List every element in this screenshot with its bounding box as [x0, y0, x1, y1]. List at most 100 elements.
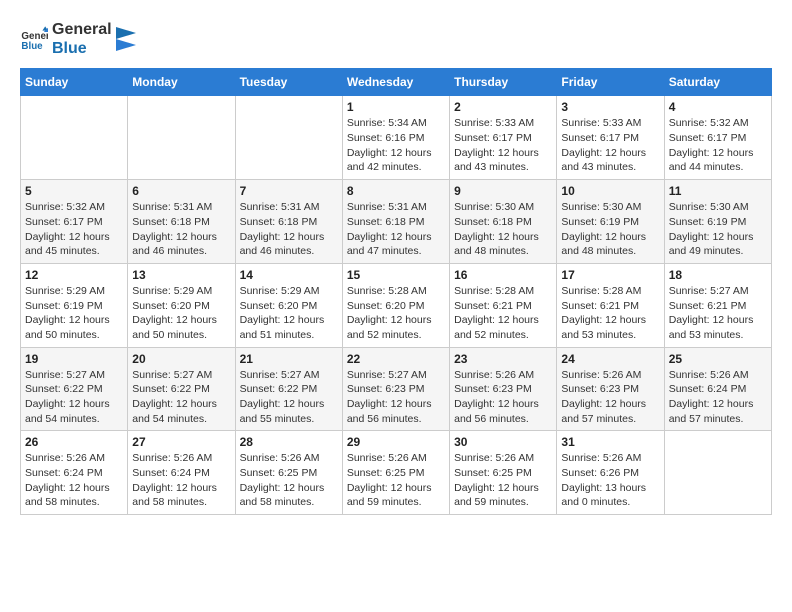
weekday-header: Monday [128, 69, 235, 96]
day-info: Sunrise: 5:27 AM Sunset: 6:21 PM Dayligh… [669, 284, 767, 343]
day-number: 27 [132, 435, 230, 449]
calendar-day-cell: 26 Sunrise: 5:26 AM Sunset: 6:24 PM Dayli… [21, 431, 128, 515]
calendar-week-row: 5 Sunrise: 5:32 AM Sunset: 6:17 PM Daylig… [21, 180, 772, 264]
day-number: 22 [347, 352, 445, 366]
day-number: 26 [25, 435, 123, 449]
day-info: Sunrise: 5:33 AM Sunset: 6:17 PM Dayligh… [454, 116, 552, 175]
day-number: 5 [25, 184, 123, 198]
day-info: Sunrise: 5:31 AM Sunset: 6:18 PM Dayligh… [132, 200, 230, 259]
calendar-day-cell: 17 Sunrise: 5:28 AM Sunset: 6:21 PM Dayli… [557, 263, 664, 347]
calendar-day-cell: 24 Sunrise: 5:26 AM Sunset: 6:23 PM Dayli… [557, 347, 664, 431]
weekday-header: Thursday [450, 69, 557, 96]
weekday-header: Wednesday [342, 69, 449, 96]
calendar-day-cell: 30Sunrise: 5:26 AM Sunset: 6:25 PM Dayli… [450, 431, 557, 515]
logo-blue: Blue [52, 39, 112, 58]
calendar-week-row: 1 Sunrise: 5:34 AM Sunset: 6:16 PM Daylig… [21, 96, 772, 180]
page-header: General Blue General Blue [20, 20, 772, 58]
calendar-day-cell: 18 Sunrise: 5:27 AM Sunset: 6:21 PM Dayli… [664, 263, 771, 347]
calendar-day-cell [128, 96, 235, 180]
day-info: Sunrise: 5:28 AM Sunset: 6:21 PM Dayligh… [561, 284, 659, 343]
day-number: 3 [561, 100, 659, 114]
calendar-week-row: 26 Sunrise: 5:26 AM Sunset: 6:24 PM Dayli… [21, 431, 772, 515]
day-info: Sunrise: 5:30 AM Sunset: 6:18 PM Dayligh… [454, 200, 552, 259]
calendar-day-cell: 14Sunrise: 5:29 AM Sunset: 6:20 PM Dayli… [235, 263, 342, 347]
calendar-day-cell: 4 Sunrise: 5:32 AM Sunset: 6:17 PM Daylig… [664, 96, 771, 180]
svg-text:Blue: Blue [21, 41, 43, 52]
day-info: Sunrise: 5:27 AM Sunset: 6:23 PM Dayligh… [347, 368, 445, 427]
calendar-week-row: 12 Sunrise: 5:29 AM Sunset: 6:19 PM Dayli… [21, 263, 772, 347]
day-number: 20 [132, 352, 230, 366]
calendar-day-cell: 25 Sunrise: 5:26 AM Sunset: 6:24 PM Dayli… [664, 347, 771, 431]
day-number: 9 [454, 184, 552, 198]
day-number: 16 [454, 268, 552, 282]
weekday-header: Friday [557, 69, 664, 96]
day-info: Sunrise: 5:26 AM Sunset: 6:24 PM Dayligh… [669, 368, 767, 427]
day-info: Sunrise: 5:26 AM Sunset: 6:23 PM Dayligh… [561, 368, 659, 427]
day-number: 15 [347, 268, 445, 282]
day-info: Sunrise: 5:30 AM Sunset: 6:19 PM Dayligh… [561, 200, 659, 259]
day-info: Sunrise: 5:31 AM Sunset: 6:18 PM Dayligh… [240, 200, 338, 259]
day-info: Sunrise: 5:26 AM Sunset: 6:25 PM Dayligh… [347, 451, 445, 510]
day-number: 24 [561, 352, 659, 366]
calendar-day-cell: 21 Sunrise: 5:27 AM Sunset: 6:22 PM Dayli… [235, 347, 342, 431]
day-info: Sunrise: 5:27 AM Sunset: 6:22 PM Dayligh… [132, 368, 230, 427]
day-number: 29 [347, 435, 445, 449]
calendar-day-cell: 9 Sunrise: 5:30 AM Sunset: 6:18 PM Daylig… [450, 180, 557, 264]
logo: General Blue General Blue [20, 20, 136, 58]
day-number: 2 [454, 100, 552, 114]
calendar-day-cell: 31Sunrise: 5:26 AM Sunset: 6:26 PM Dayli… [557, 431, 664, 515]
day-info: Sunrise: 5:30 AM Sunset: 6:19 PM Dayligh… [669, 200, 767, 259]
day-info: Sunrise: 5:33 AM Sunset: 6:17 PM Dayligh… [561, 116, 659, 175]
day-number: 31 [561, 435, 659, 449]
day-number: 8 [347, 184, 445, 198]
day-number: 12 [25, 268, 123, 282]
day-info: Sunrise: 5:26 AM Sunset: 6:25 PM Dayligh… [454, 451, 552, 510]
calendar-day-cell [21, 96, 128, 180]
day-info: Sunrise: 5:32 AM Sunset: 6:17 PM Dayligh… [25, 200, 123, 259]
calendar-day-cell: 7 Sunrise: 5:31 AM Sunset: 6:18 PM Daylig… [235, 180, 342, 264]
day-number: 21 [240, 352, 338, 366]
day-info: Sunrise: 5:26 AM Sunset: 6:24 PM Dayligh… [132, 451, 230, 510]
day-number: 7 [240, 184, 338, 198]
day-info: Sunrise: 5:27 AM Sunset: 6:22 PM Dayligh… [240, 368, 338, 427]
calendar-day-cell: 28Sunrise: 5:26 AM Sunset: 6:25 PM Dayli… [235, 431, 342, 515]
weekday-header: Saturday [664, 69, 771, 96]
calendar-day-cell: 8Sunrise: 5:31 AM Sunset: 6:18 PM Daylig… [342, 180, 449, 264]
day-number: 11 [669, 184, 767, 198]
day-number: 4 [669, 100, 767, 114]
calendar-day-cell: 13Sunrise: 5:29 AM Sunset: 6:20 PM Dayli… [128, 263, 235, 347]
day-info: Sunrise: 5:32 AM Sunset: 6:17 PM Dayligh… [669, 116, 767, 175]
calendar-day-cell: 22 Sunrise: 5:27 AM Sunset: 6:23 PM Dayli… [342, 347, 449, 431]
calendar-day-cell: 11 Sunrise: 5:30 AM Sunset: 6:19 PM Dayli… [664, 180, 771, 264]
calendar-day-cell: 5 Sunrise: 5:32 AM Sunset: 6:17 PM Daylig… [21, 180, 128, 264]
calendar-day-cell: 10 Sunrise: 5:30 AM Sunset: 6:19 PM Dayli… [557, 180, 664, 264]
calendar-day-cell: 12 Sunrise: 5:29 AM Sunset: 6:19 PM Dayli… [21, 263, 128, 347]
calendar-day-cell: 16Sunrise: 5:28 AM Sunset: 6:21 PM Dayli… [450, 263, 557, 347]
day-number: 25 [669, 352, 767, 366]
day-number: 17 [561, 268, 659, 282]
weekday-header: Sunday [21, 69, 128, 96]
calendar-day-cell: 23 Sunrise: 5:26 AM Sunset: 6:23 PM Dayli… [450, 347, 557, 431]
day-number: 1 [347, 100, 445, 114]
calendar-day-cell: 3 Sunrise: 5:33 AM Sunset: 6:17 PM Daylig… [557, 96, 664, 180]
day-info: Sunrise: 5:28 AM Sunset: 6:20 PM Dayligh… [347, 284, 445, 343]
day-info: Sunrise: 5:34 AM Sunset: 6:16 PM Dayligh… [347, 116, 445, 175]
day-number: 6 [132, 184, 230, 198]
calendar-day-cell: 2 Sunrise: 5:33 AM Sunset: 6:17 PM Daylig… [450, 96, 557, 180]
calendar-day-cell: 20 Sunrise: 5:27 AM Sunset: 6:22 PM Dayli… [128, 347, 235, 431]
day-info: Sunrise: 5:26 AM Sunset: 6:23 PM Dayligh… [454, 368, 552, 427]
day-number: 13 [132, 268, 230, 282]
calendar-day-cell: 6 Sunrise: 5:31 AM Sunset: 6:18 PM Daylig… [128, 180, 235, 264]
day-number: 18 [669, 268, 767, 282]
logo-general: General [52, 20, 112, 39]
day-number: 10 [561, 184, 659, 198]
calendar-day-cell: 15 Sunrise: 5:28 AM Sunset: 6:20 PM Dayli… [342, 263, 449, 347]
logo-icon: General Blue [20, 25, 48, 53]
logo-flag-icon [116, 27, 136, 51]
day-number: 23 [454, 352, 552, 366]
day-info: Sunrise: 5:26 AM Sunset: 6:24 PM Dayligh… [25, 451, 123, 510]
calendar-day-cell: 1 Sunrise: 5:34 AM Sunset: 6:16 PM Daylig… [342, 96, 449, 180]
weekday-header: Tuesday [235, 69, 342, 96]
day-info: Sunrise: 5:29 AM Sunset: 6:19 PM Dayligh… [25, 284, 123, 343]
day-info: Sunrise: 5:27 AM Sunset: 6:22 PM Dayligh… [25, 368, 123, 427]
